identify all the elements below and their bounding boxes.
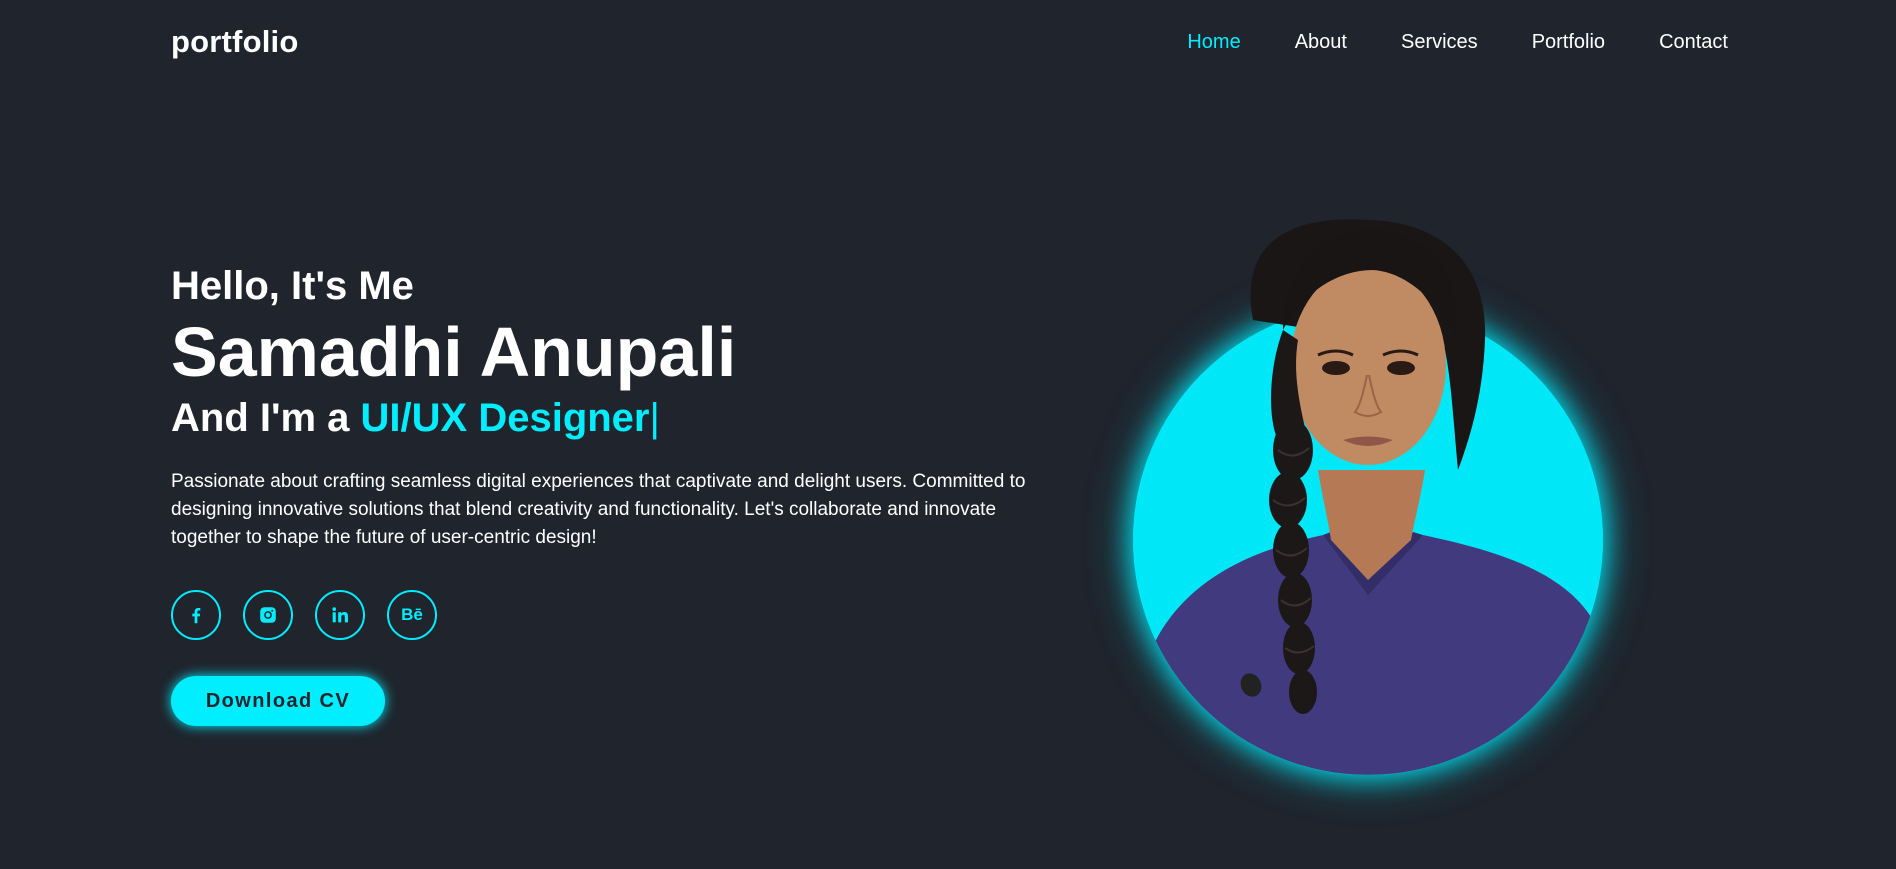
linkedin-icon xyxy=(332,607,348,623)
hero-name: Samadhi Anupali xyxy=(171,313,737,391)
role-title: UI/UX Designer xyxy=(360,396,650,440)
linkedin-link[interactable] xyxy=(315,590,365,640)
nav-portfolio[interactable]: Portfolio xyxy=(1532,30,1605,54)
download-cv-button[interactable]: Download CV xyxy=(171,676,385,726)
typing-cursor: | xyxy=(649,396,660,440)
behance-icon: Bē xyxy=(401,605,423,624)
hero-content: Hello, It's Me Samadhi Anupali And I'm a… xyxy=(171,262,1071,726)
nav-home[interactable]: Home xyxy=(1187,30,1240,54)
nav-contact[interactable]: Contact xyxy=(1659,30,1728,54)
nav-services[interactable]: Services xyxy=(1401,30,1478,54)
page: portfolio Home About Services Portfolio … xyxy=(0,0,1896,869)
facebook-icon xyxy=(192,607,201,624)
hero-description: Passionate about crafting seamless digit… xyxy=(171,471,1026,548)
facebook-link[interactable] xyxy=(171,590,221,640)
site-header: portfolio Home About Services Portfolio … xyxy=(0,0,1896,86)
profile-photo xyxy=(1133,219,1603,775)
instagram-link[interactable] xyxy=(243,590,293,640)
instagram-icon xyxy=(260,607,276,623)
main-nav: Home About Services Portfolio Contact xyxy=(1187,30,1728,54)
hero-role: And I'm a UI/UX Designer| xyxy=(171,394,1071,442)
social-links: Bē xyxy=(171,590,1071,640)
profile-portrait xyxy=(1133,200,1603,775)
nav-about[interactable]: About xyxy=(1295,30,1347,54)
role-prefix: And I'm a xyxy=(171,396,361,440)
hero-greeting: Hello, It's Me xyxy=(171,264,414,308)
logo-link[interactable]: portfolio xyxy=(171,24,298,60)
behance-link[interactable]: Bē xyxy=(387,590,437,640)
